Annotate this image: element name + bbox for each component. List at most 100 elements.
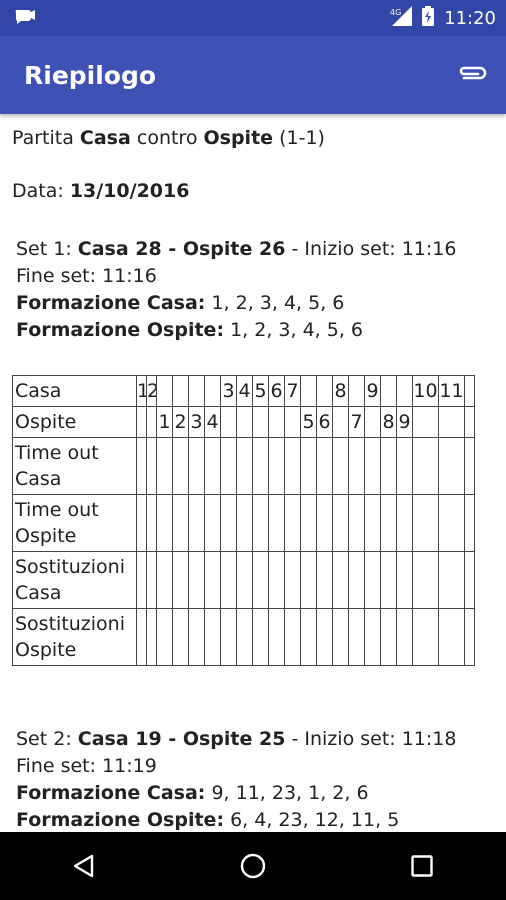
score-cell — [236, 551, 253, 609]
score-cell — [412, 608, 439, 666]
set-end-line: Fine set: 11:16 — [16, 263, 456, 290]
score-cell — [146, 551, 157, 609]
score-cell — [380, 551, 397, 609]
back-icon[interactable] — [54, 836, 114, 896]
score-cell — [220, 608, 237, 666]
score-cell: 7 — [284, 375, 301, 407]
score-cell — [396, 437, 413, 495]
end-label: Fine set: — [16, 265, 103, 287]
app-bar: Riepilogo — [0, 36, 506, 114]
score-cell — [380, 608, 397, 666]
battery-icon — [422, 6, 435, 30]
score-cell — [364, 551, 381, 609]
away-lineup-label: Formazione Ospite: — [16, 319, 225, 341]
score-cell — [332, 494, 349, 552]
score-cell — [396, 608, 413, 666]
score-cell — [136, 551, 147, 609]
score-cell — [412, 406, 439, 438]
score-cell — [364, 608, 381, 666]
recents-icon[interactable] — [392, 836, 452, 896]
score-cell: 5 — [300, 406, 317, 438]
score-cell — [300, 494, 317, 552]
score-cell — [172, 608, 189, 666]
page-title: Riepilogo — [24, 60, 157, 90]
status-icons: 4G 11:20 — [390, 6, 496, 30]
end-time: 11:16 — [102, 265, 157, 287]
row-label: Ospite — [12, 406, 137, 438]
score-cell — [332, 551, 349, 609]
start-time: 11:16 — [401, 238, 457, 260]
score-cell: 11 — [438, 375, 465, 407]
set-1-summary: Set 1: Casa 28 - Ospite 26 - Inizio set:… — [16, 236, 456, 344]
score-cell — [172, 494, 189, 552]
score-cell — [364, 437, 381, 495]
score-cell — [236, 406, 253, 438]
away-lineup-label: Formazione Ospite: — [16, 809, 225, 831]
home-lineup-label: Formazione Casa: — [16, 292, 206, 314]
score-cell: 4 — [236, 375, 253, 407]
set-header: Set 2: Casa 19 - Ospite 25 - Inizio set:… — [16, 726, 456, 753]
score-cell — [236, 437, 253, 495]
score-cell — [188, 375, 205, 407]
score-cell — [136, 494, 147, 552]
home-lineup-label: Formazione Casa: — [16, 782, 206, 804]
away-lineup-line: Formazione Ospite: 6, 4, 23, 12, 11, 5 — [16, 807, 456, 832]
score-cell — [220, 494, 237, 552]
score-cell — [348, 375, 365, 407]
score-cell: 7 — [348, 406, 365, 438]
score-cell — [332, 608, 349, 666]
score-cell — [438, 494, 465, 552]
navigation-bar — [0, 832, 506, 900]
end-time: 11:19 — [102, 755, 157, 777]
score-cell — [252, 406, 269, 438]
score-cell — [268, 406, 285, 438]
score-cell — [236, 608, 253, 666]
away-lineup: 1, 2, 3, 4, 5, 6 — [224, 319, 364, 341]
score-cell — [284, 406, 301, 438]
score-cell — [252, 608, 269, 666]
away-lineup-line: Formazione Ospite: 1, 2, 3, 4, 5, 6 — [16, 317, 456, 344]
score-sheet-row: Sostituzioni Casa — [12, 551, 475, 609]
score-cell: 9 — [396, 406, 413, 438]
score-cell — [156, 551, 173, 609]
score-sheet-row: Ospite 1 2 3 4 5 6 7 8 9 — [12, 406, 475, 438]
signal-4g-icon: 4G — [390, 6, 413, 30]
score-cell — [348, 437, 365, 495]
score-cell: 5 — [252, 375, 269, 407]
score-cell — [464, 494, 475, 552]
set-end-line: Fine set: 11:19 — [16, 753, 456, 780]
score-sheet-row: Time out Casa — [12, 437, 475, 495]
score-cell — [188, 551, 205, 609]
set-label: Set 2: — [16, 728, 78, 750]
score-cell — [464, 437, 475, 495]
score-cell — [220, 406, 237, 438]
home-icon[interactable] — [223, 836, 283, 896]
score-cell — [316, 551, 333, 609]
start-label: - Inizio set: — [285, 238, 402, 260]
score-cell — [146, 494, 157, 552]
score-cell: 1 — [156, 406, 173, 438]
score-cell — [204, 551, 221, 609]
score-sheet-row: Time out Ospite — [12, 494, 475, 552]
score-cell — [172, 551, 189, 609]
score-sheet-row: Sostituzioni Ospite — [12, 608, 475, 666]
score-cell — [348, 551, 365, 609]
score-cell — [188, 437, 205, 495]
paperclip-icon[interactable] — [456, 63, 488, 87]
score-cell — [284, 494, 301, 552]
score-cell — [412, 437, 439, 495]
score-cell — [300, 551, 317, 609]
score-cell — [380, 494, 397, 552]
score-cell — [396, 375, 413, 407]
home-lineup: 9, 11, 23, 1, 2, 6 — [205, 782, 369, 804]
score-cell — [156, 608, 173, 666]
score-cell — [156, 494, 173, 552]
clock: 11:20 — [444, 7, 496, 29]
score-cell — [396, 551, 413, 609]
score-cell — [220, 551, 237, 609]
score-cell — [204, 437, 221, 495]
score-cell — [220, 437, 237, 495]
score-cell — [172, 375, 189, 407]
score-cell — [316, 437, 333, 495]
score-cell — [464, 375, 475, 407]
